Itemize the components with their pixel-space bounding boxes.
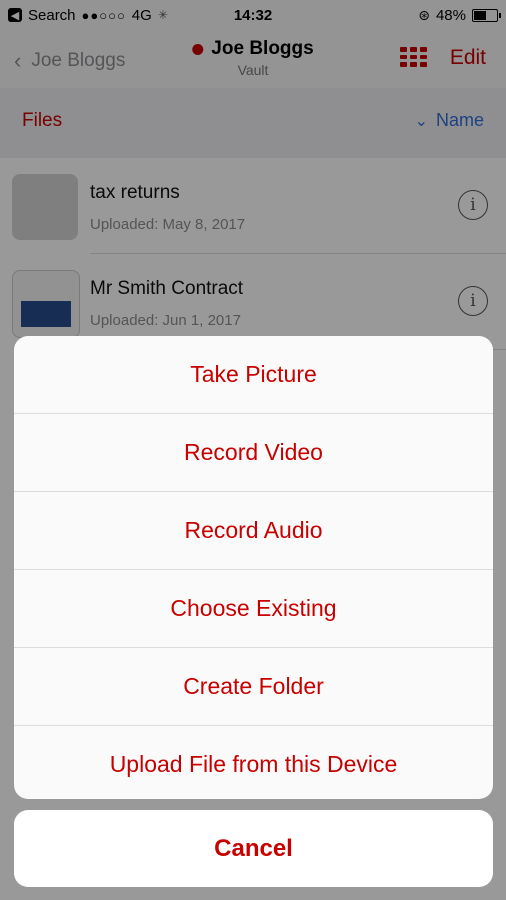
upload-file-option[interactable]: Upload File from this Device <box>14 726 493 799</box>
take-picture-option[interactable]: Take Picture <box>14 336 493 414</box>
choose-existing-option[interactable]: Choose Existing <box>14 570 493 648</box>
record-video-option[interactable]: Record Video <box>14 414 493 492</box>
cancel-button[interactable]: Cancel <box>14 810 493 887</box>
create-folder-option[interactable]: Create Folder <box>14 648 493 726</box>
action-sheet: Take Picture Record Video Record Audio C… <box>14 336 493 799</box>
record-audio-option[interactable]: Record Audio <box>14 492 493 570</box>
